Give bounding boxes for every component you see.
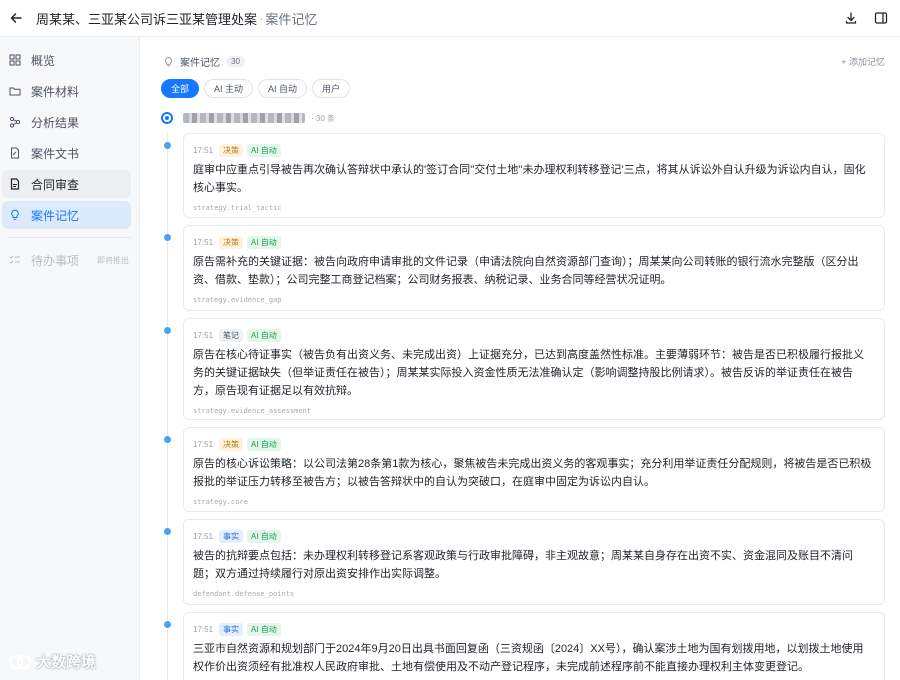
type-tag: 决策	[219, 437, 244, 451]
memory-card[interactable]: 17:51 决策 AI 自动 原告需补充的关键证据：被告向政府申请审批的文件记录…	[183, 225, 885, 311]
section-title: 案件记忆	[180, 58, 220, 69]
source-tag: AI 自动	[247, 143, 281, 157]
redacted-group-label	[183, 113, 305, 123]
type-tag: 笔记	[219, 328, 244, 342]
doc-check-icon	[8, 177, 22, 191]
grid-icon	[8, 53, 22, 67]
memory-card[interactable]: 17:51 事实 AI 自动 三亚市自然资源和规划部门于2024年9月20日出具…	[183, 612, 885, 680]
doc-edit-icon	[8, 146, 22, 160]
memory-card[interactable]: 17:51 笔记 AI 自动 原告在核心待证事实（被告负有出资义务、未完成出资）…	[183, 318, 885, 420]
source-tag: AI 自动	[247, 437, 281, 451]
timeline-group-marker	[161, 112, 173, 124]
entry-text: 原告的核心诉讼策略：以公司法第28条第1款为核心，聚焦被告未完成出资义务的客观事…	[193, 458, 872, 488]
entry-text: 庭审中应重点引导被告再次确认答辩状中承认的'签订合同''交付土地''未办理权利转…	[193, 164, 866, 194]
sidebar-item-analysis[interactable]: 分析结果	[2, 108, 131, 136]
entry-key: defendant.defense_points	[193, 590, 295, 598]
add-memory-button[interactable]: + 添加记忆	[841, 55, 885, 68]
entry-text: 三亚市自然资源和规划部门于2024年9月20日出具书面回复函（三资规函〔2024…	[193, 643, 864, 673]
sidebar-item-label: 案件记忆	[31, 208, 80, 223]
coming-soon-badge: 即将推出	[97, 255, 130, 265]
toggle-panel-button[interactable]	[866, 4, 896, 32]
entry-time: 17:51	[193, 330, 214, 340]
type-tag: 事实	[219, 529, 244, 543]
bulb-icon	[8, 208, 22, 222]
sidebar: 概览 案件材料 分析结果 案件文书 合同审查 案件记忆 待办事项 即将推出	[0, 37, 140, 680]
sidebar-item-overview[interactable]: 概览	[2, 46, 131, 74]
back-button[interactable]	[2, 4, 30, 32]
sidebar-item-todo: 待办事项 即将推出	[2, 246, 131, 274]
breadcrumb-separator: ·	[259, 10, 264, 26]
watermark-text: 大数跨境	[36, 654, 97, 671]
entry-time: 17:51	[193, 624, 214, 634]
section-header: 案件记忆 30	[163, 54, 245, 69]
entry-time: 17:51	[193, 145, 214, 155]
type-tag: 决策	[219, 143, 244, 157]
filter-chips: 全部 AI 主动 AI 自动 用户	[161, 79, 351, 98]
sidebar-item-case-memory[interactable]: 案件记忆	[2, 201, 131, 229]
memory-card[interactable]: 17:51 决策 AI 自动 庭审中应重点引导被告再次确认答辩状中承认的'签订合…	[183, 133, 885, 218]
top-bar: 周某某、三亚某公司诉三亚某管理处案 · 案件记忆	[0, 0, 900, 37]
filter-all[interactable]: 全部	[161, 79, 200, 98]
source-tag: AI 自动	[247, 622, 281, 636]
sidebar-item-label: 案件材料	[31, 84, 80, 99]
source-tag: AI 自动	[247, 529, 281, 543]
timeline-dot	[164, 621, 171, 628]
entry-text: 原告在核心待证事实（被告负有出资义务、未完成出资）上证据充分，已达到高度盖然性标…	[193, 349, 864, 397]
nodes-icon	[8, 115, 22, 129]
entry-key: strategy.trial_tactic	[193, 204, 282, 212]
checklist-icon	[8, 253, 22, 267]
source-tag: AI 自动	[247, 328, 281, 342]
bulb-icon	[165, 56, 172, 66]
download-icon	[845, 12, 857, 24]
download-button[interactable]	[836, 4, 866, 32]
sidebar-item-documents[interactable]: 案件文书	[2, 139, 131, 167]
memory-card[interactable]: 17:51 决策 AI 自动 原告的核心诉讼策略：以公司法第28条第1款为核心，…	[183, 427, 885, 512]
entry-key: strategy.core	[193, 498, 248, 506]
timeline-group-header[interactable]: · 30 条	[161, 112, 335, 124]
case-title: 周某某、三亚某公司诉三亚某管理处案	[36, 11, 258, 27]
sidebar-item-label: 待办事项	[31, 253, 80, 268]
sidebar-item-label: 案件文书	[31, 146, 80, 161]
timeline-line	[167, 133, 168, 680]
entry-key: strategy.evidence_gap	[193, 296, 282, 304]
sidebar-item-label: 概览	[31, 53, 56, 68]
sidebar-item-label: 分析结果	[31, 115, 80, 130]
breadcrumb-current: 案件记忆	[265, 11, 318, 27]
watermark-logo: 大数跨境	[8, 651, 96, 672]
sidebar-item-materials[interactable]: 案件材料	[2, 77, 131, 105]
entry-text: 原告需补充的关键证据：被告向政府申请审批的文件记录（申请法院向自然资源部门查询）…	[193, 256, 859, 286]
entry-text: 被告的抗辩要点包括：未办理权利转移登记系客观政策与行政审批障碍，非主观故意；周某…	[193, 550, 853, 580]
source-tag: AI 自动	[247, 235, 281, 249]
filter-user[interactable]: 用户	[312, 79, 351, 98]
folder-icon	[8, 84, 22, 98]
timeline-dot	[164, 436, 171, 443]
count-badge: 30	[226, 56, 245, 67]
memory-card[interactable]: 17:51 事实 AI 自动 被告的抗辩要点包括：未办理权利转移登记系客观政策与…	[183, 519, 885, 605]
entry-time: 17:51	[193, 531, 214, 541]
panel-icon	[874, 12, 888, 24]
sidebar-item-contract-review[interactable]: 合同审查	[2, 170, 131, 198]
timeline-dot	[164, 234, 171, 241]
entry-time: 17:51	[193, 439, 214, 449]
main-content: 案件记忆 30 + 添加记忆 全部 AI 主动 AI 自动 用户 · 30 条 …	[141, 37, 900, 680]
timeline-dot	[164, 528, 171, 535]
type-tag: 决策	[219, 235, 244, 249]
arrow-left-icon	[10, 13, 22, 23]
sidebar-divider	[8, 237, 131, 238]
watermark-icon	[9, 654, 31, 669]
entry-key: strategy.evidence_assessment	[193, 407, 312, 415]
group-count: · 30 条	[311, 113, 336, 123]
timeline-dot	[164, 142, 171, 149]
filter-ai-proactive[interactable]: AI 主动	[204, 79, 254, 98]
filter-ai-auto[interactable]: AI 自动	[258, 79, 308, 98]
sidebar-item-label: 合同审查	[31, 177, 80, 192]
entry-time: 17:51	[193, 237, 214, 247]
type-tag: 事实	[219, 622, 244, 636]
timeline-dot	[164, 327, 171, 334]
